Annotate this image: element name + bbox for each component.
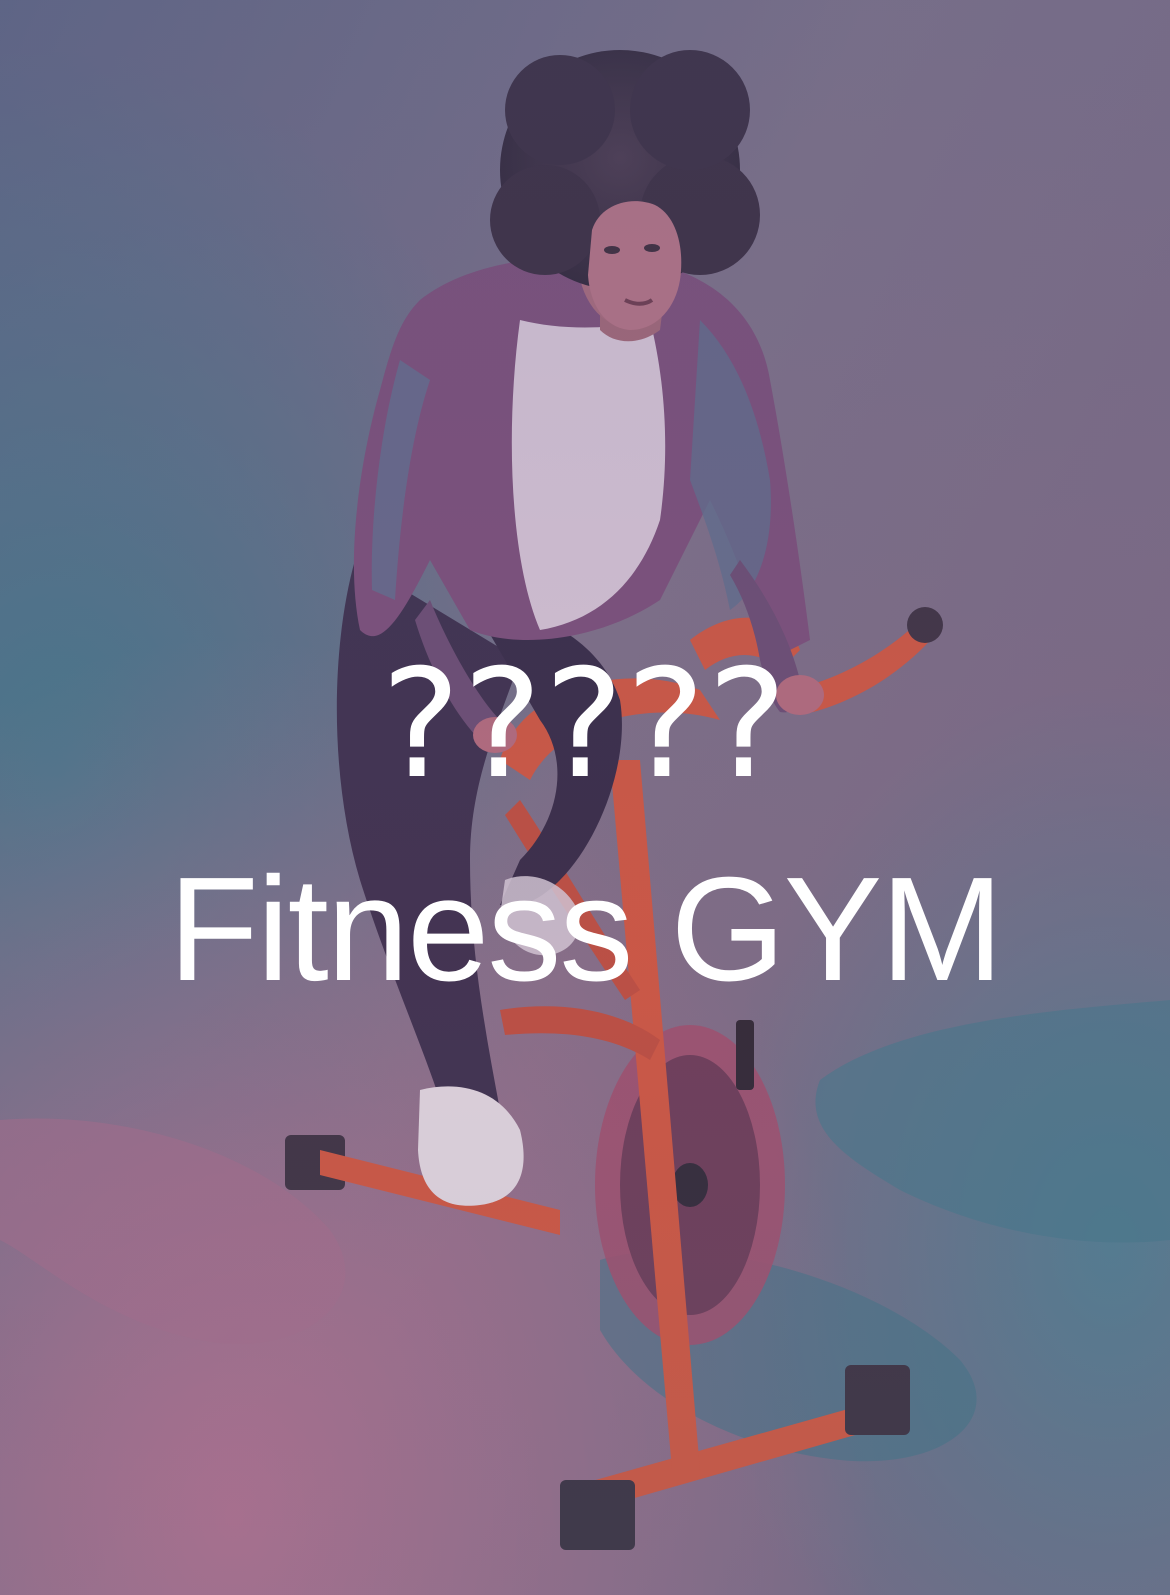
title-block: ????? Fitness GYM	[0, 640, 1170, 1010]
headline-text: ?????	[380, 638, 790, 812]
fitness-gym-title: Fitness GYM	[168, 847, 1003, 1012]
poster: ????? Fitness GYM	[0, 0, 1170, 1595]
